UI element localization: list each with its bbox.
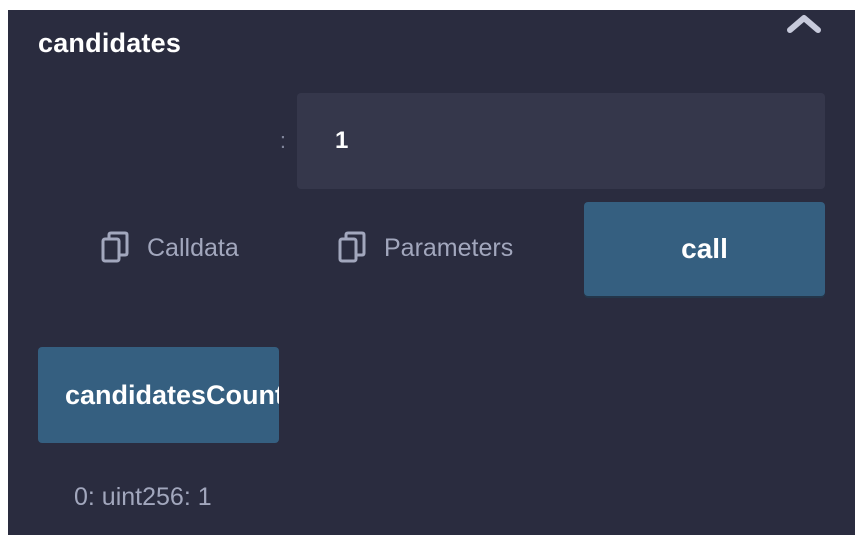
param-input[interactable] [297,93,825,189]
calldata-label: Calldata [147,233,239,262]
function-title: candidates [38,28,182,58]
candidates-count-button[interactable]: candidatesCount [38,347,279,443]
parameters-label: Parameters [384,233,514,262]
param-label: : [279,128,286,153]
call-result: 0: uint256: 1 [74,483,212,511]
chevron-up-icon[interactable] [784,10,824,38]
copy-icon [101,231,129,263]
copy-calldata-button[interactable]: Calldata [101,228,239,268]
copy-parameters-button[interactable]: Parameters [338,228,513,268]
copy-icon [338,231,366,263]
call-button[interactable]: call [584,202,825,296]
contract-function-panel: candidates : Calldata Parameters call ca… [8,10,855,535]
